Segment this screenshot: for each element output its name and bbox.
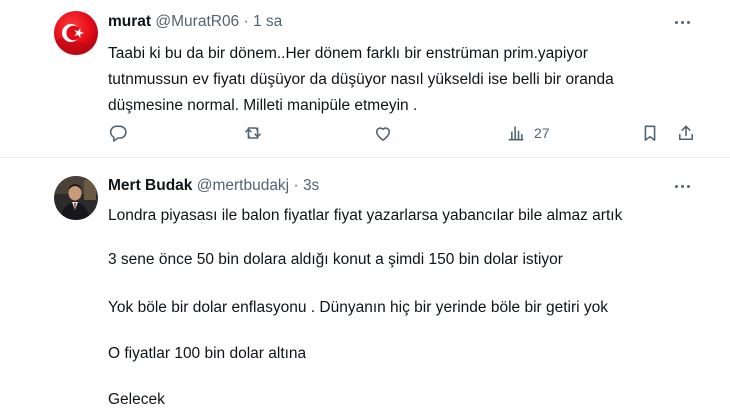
- bookmark-icon: [644, 125, 656, 141]
- tweet-murat[interactable]: murat @MuratR06 · 1 sa Taabi ki bu da bi…: [0, 0, 730, 158]
- retweet-icon: [245, 127, 261, 139]
- share-icon: [678, 125, 694, 141]
- tweet-text: Taabi ki bu da bir dönem..Her dönem fark…: [108, 41, 708, 119]
- turkish-flag-avatar-icon: [54, 11, 98, 55]
- views-count: 27: [534, 125, 550, 141]
- avatar[interactable]: [54, 11, 98, 55]
- separator: ·: [243, 13, 249, 30]
- tweet-paragraph: 3 sene önce 50 bin dolara aldığı konut a…: [108, 251, 563, 268]
- more-options-icon[interactable]: [672, 176, 692, 196]
- tweet-paragraph: O fiyatlar 100 bin dolar altına: [108, 345, 307, 362]
- more-options-icon[interactable]: [672, 12, 692, 32]
- avatar[interactable]: [54, 176, 98, 220]
- like-button[interactable]: [373, 121, 393, 145]
- timestamp[interactable]: 1 sa: [253, 13, 282, 30]
- tweet-text-line: düşmesine normal. Milleti manipüle etmey…: [108, 97, 418, 114]
- separator: ·: [293, 177, 299, 194]
- bookmark-button[interactable]: [640, 121, 660, 145]
- retweet-button[interactable]: [243, 121, 263, 145]
- user-handle[interactable]: @mertbudakj: [197, 177, 289, 194]
- display-name[interactable]: murat: [108, 13, 151, 30]
- tweet-text-line: tutnmussun ev fiyatı düşüyor da düşüyor …: [108, 71, 614, 88]
- tweet-header: Mert Budak @mertbudakj · 3s: [108, 176, 319, 196]
- tweet-text-line: Taabi ki bu da bir dönem..Her dönem fark…: [108, 45, 588, 62]
- views-icon: [508, 126, 524, 141]
- user-photo-avatar-icon: [54, 176, 98, 220]
- tweet-paragraph: Yok böle bir dolar enflasyonu . Dünyanın…: [108, 299, 609, 316]
- tweet-paragraph: Londra piyasası ile balon fiyatlar fiyat…: [108, 207, 623, 224]
- reply-button[interactable]: [108, 121, 128, 145]
- user-handle[interactable]: @MuratR06: [155, 13, 239, 30]
- views-button[interactable]: 27: [506, 121, 550, 145]
- like-icon: [375, 127, 391, 141]
- display-name[interactable]: Mert Budak: [108, 177, 192, 194]
- timestamp[interactable]: 3s: [303, 177, 319, 194]
- reply-icon: [109, 125, 127, 142]
- tweet-header: murat @MuratR06 · 1 sa: [108, 12, 282, 32]
- share-button[interactable]: [676, 121, 696, 145]
- tweet-actions: 27: [0, 121, 730, 145]
- tweet-mert-budak[interactable]: Mert Budak @mertbudakj · 3s Londra piyas…: [0, 158, 730, 420]
- tweet-paragraph: Gelecek: [108, 391, 165, 408]
